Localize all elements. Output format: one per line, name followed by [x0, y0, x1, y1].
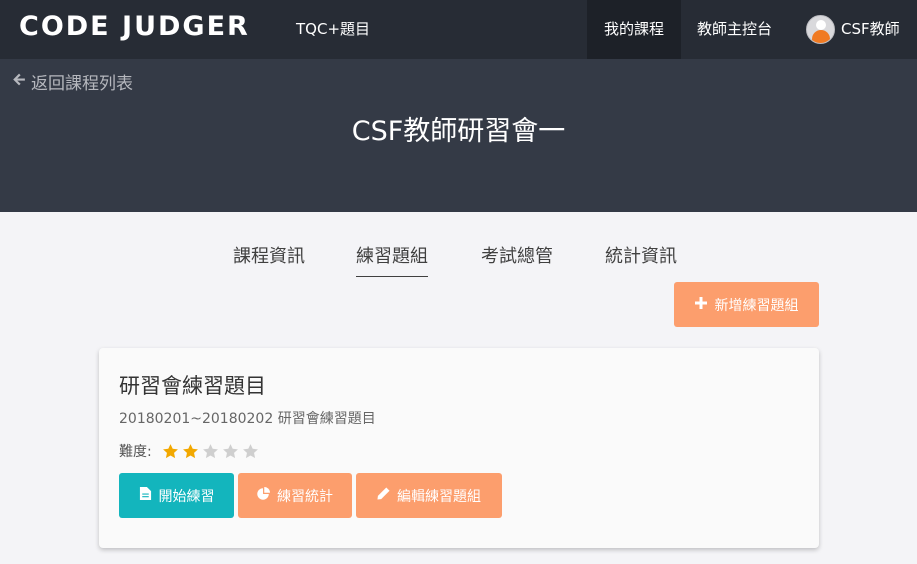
- add-button-label: 新增練習題組: [714, 297, 799, 314]
- star-empty-icon: [222, 443, 238, 458]
- course-header: 返回課程列表 CSF教師研習會一: [0, 59, 917, 212]
- back-to-course-list-link[interactable]: 返回課程列表: [10, 69, 133, 94]
- star-filled-icon: [182, 443, 198, 458]
- practice-set-card: 研習會練習題目 20180201~20180202 研習會練習題目 難度: 開始…: [99, 348, 819, 548]
- nav-my-courses-link[interactable]: 我的課程: [587, 0, 681, 59]
- practice-set-subtitle: 20180201~20180202 研習會練習題目: [119, 411, 376, 427]
- avatar: [806, 15, 835, 44]
- nav-teacher-console-link[interactable]: 教師主控台: [697, 0, 772, 59]
- card-actions: 開始練習 練習統計 編輯練習題組: [119, 473, 502, 518]
- star-empty-icon: [202, 443, 218, 458]
- edit-practice-set-button[interactable]: 編輯練習題組: [356, 473, 502, 518]
- difficulty-rating: [162, 443, 259, 460]
- nav-tqc-link[interactable]: TQC+題目: [296, 0, 370, 59]
- pie-chart-icon: [257, 487, 270, 504]
- page-title: CSF教師研習會一: [351, 116, 566, 147]
- difficulty-label: 難度:: [119, 444, 152, 460]
- add-practice-set-button[interactable]: 新增練習題組: [674, 282, 819, 327]
- tab-exam-management[interactable]: 考試總管: [481, 243, 553, 277]
- arrow-left-icon: [10, 71, 27, 93]
- tab-course-info[interactable]: 課程資訊: [233, 243, 305, 277]
- pencil-icon: [377, 487, 390, 504]
- difficulty-row: 難度:: [119, 441, 259, 461]
- user-menu[interactable]: CSF教師: [806, 0, 900, 59]
- practice-stats-button[interactable]: 練習統計: [238, 473, 352, 518]
- practice-stats-label: 練習統計: [277, 488, 333, 505]
- edit-practice-set-label: 編輯練習題組: [397, 488, 481, 505]
- file-icon: [139, 487, 152, 504]
- top-navbar: CODE JUDGER TQC+題目 我的課程 教師主控台 CSF教師: [0, 0, 917, 59]
- practice-set-title: 研習會練習題目: [119, 374, 266, 398]
- logo[interactable]: CODE JUDGER: [19, 11, 250, 42]
- tab-statistics[interactable]: 統計資訊: [605, 243, 677, 277]
- star-empty-icon: [242, 443, 258, 458]
- course-tabs: 課程資訊 練習題組 考試總管 統計資訊: [0, 243, 917, 279]
- start-practice-label: 開始練習: [158, 488, 215, 505]
- plus-icon: [694, 296, 707, 313]
- start-practice-button[interactable]: 開始練習: [119, 473, 234, 518]
- tab-practice-sets[interactable]: 練習題組: [356, 243, 428, 277]
- star-filled-icon: [162, 443, 178, 458]
- user-name: CSF教師: [841, 20, 900, 38]
- back-link-label: 返回課程列表: [31, 74, 133, 94]
